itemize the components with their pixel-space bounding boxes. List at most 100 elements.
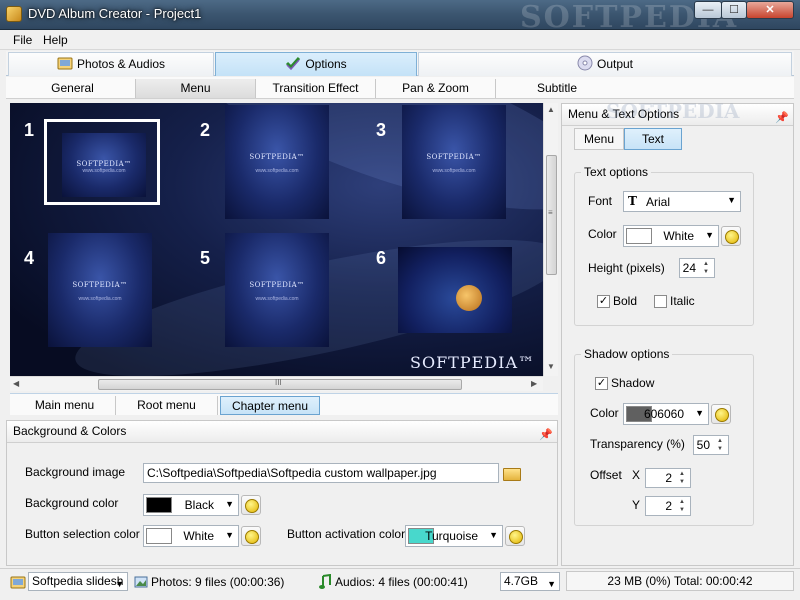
tab-text[interactable]: Text [624,128,682,150]
project-select[interactable]: Softpedia slidesh ▼ [28,572,128,591]
thumb-url: www.softpedia.com [255,167,299,174]
chevron-down-icon: ▼ [225,499,234,509]
subtab-transition-effect[interactable]: Transition Effect [256,79,376,98]
panel-watermark: SOFTPEDIA [606,99,740,123]
transparency-label: Transparency (%) [590,437,685,451]
offset-y-spinner[interactable]: 2 ▲ ▼ [645,496,691,516]
tab-main-menu[interactable]: Main menu [14,396,116,415]
scroll-right-icon[interactable]: ▶ [531,379,537,388]
photos-icon [134,575,148,589]
font-select[interactable]: T Arial ▼ [623,191,741,212]
group-title: Shadow options [581,347,673,361]
chevron-down-icon: ▼ [727,195,736,205]
menu-thumbnail-1[interactable]: SOFTPEDIA™ www.softpedia.com [62,133,146,197]
color-dialog-icon[interactable] [241,526,261,546]
spinner-arrows-icon[interactable]: ▲ ▼ [675,498,689,514]
button-activation-color-label: Button activation color [287,527,406,541]
spinner-arrows-icon[interactable]: ▲ ▼ [713,437,727,453]
menu-file[interactable]: File [13,33,32,47]
spinner-value: 50 [696,438,710,452]
project-icon [10,574,26,590]
color-dialog-icon[interactable] [721,226,741,246]
panel-title: Background & Colors [13,424,127,438]
tab-options[interactable]: Options [215,52,417,76]
subtab-general[interactable]: General [10,79,136,98]
spinner-arrows-icon[interactable]: ▲ ▼ [675,470,689,486]
window-title: DVD Album Creator - Project1 [28,6,202,21]
subtab-subtitle[interactable]: Subtitle [496,79,618,98]
grip-icon: ≡ [548,208,553,217]
shadow-color-picker[interactable]: 606060 ▼ [623,403,709,425]
button-activation-color-picker[interactable]: Turquoise ▼ [405,525,503,547]
color-name: White [183,529,214,543]
menu-thumbnail-2[interactable]: SOFTPEDIA™ www.softpedia.com [225,105,329,219]
italic-checkbox[interactable] [654,295,667,308]
preview-vertical-scrollbar[interactable]: ▲ ≡ ▼ [543,103,558,376]
color-dialog-icon[interactable] [505,526,525,546]
thumb-url: www.softpedia.com [82,168,126,175]
background-image-label: Background image [25,465,126,479]
tab-menu[interactable]: Menu [574,128,624,150]
thumb-number: 1 [24,120,35,140]
disc-size-select[interactable]: 4.7GB ▼ [500,572,560,591]
tab-output[interactable]: Output [418,52,792,76]
thumb-number: 5 [200,248,211,268]
music-note-icon [318,573,332,590]
transparency-spinner[interactable]: 50 ▲ ▼ [693,435,729,455]
tab-root-menu[interactable]: Root menu [116,396,218,415]
color-dialog-icon[interactable] [241,495,261,515]
shadow-options-group: Shadow options ✓ Shadow Color 606060 ▼ T… [574,347,754,526]
thumb-brand: SOFTPEDIA™ [249,152,305,161]
background-image-field[interactable]: C:\Softpedia\Softpedia\Softpedia custom … [143,463,499,483]
color-name: Turquoise [425,529,478,543]
menu-thumbnail-5[interactable]: SOFTPEDIA™ www.softpedia.com [225,233,329,347]
text-color-picker[interactable]: White ▼ [623,225,719,247]
shadow-checkbox[interactable]: ✓ [595,377,608,390]
color-swatch [146,497,172,513]
pin-icon[interactable]: 📌 [539,425,553,441]
menu-thumbnail-6[interactable] [398,247,512,333]
offset-label: Offset [590,468,622,482]
subtab-menu[interactable]: Menu [136,79,256,98]
offset-y-label: Y [632,498,641,512]
subtab-pan-zoom[interactable]: Pan & Zoom [376,79,496,98]
menu-help[interactable]: Help [43,33,68,47]
thumb-number: 6 [376,248,387,268]
horizontal-scroll-thumb[interactable]: III [98,378,462,390]
preview-horizontal-scrollbar[interactable]: ◀ III ▶ [10,376,543,391]
spinner-arrows-icon[interactable]: ▲ ▼ [699,260,713,276]
scroll-up-icon[interactable]: ▲ [547,105,555,114]
grip-icon: III [275,378,282,387]
background-color-picker[interactable]: Black ▼ [143,494,239,516]
maximize-button[interactable]: ☐ [721,1,747,19]
color-swatch [626,228,652,244]
vertical-scroll-thumb[interactable]: ≡ [546,155,557,275]
tab-photos-audios[interactable]: Photos & Audios [8,52,214,76]
spinner-value: 2 [665,499,672,513]
menu-thumbnail-3[interactable]: SOFTPEDIA™ www.softpedia.com [402,105,506,219]
menu-thumbnail-4[interactable]: SOFTPEDIA™ www.softpedia.com [48,233,152,347]
minimize-button[interactable]: — [694,1,722,19]
menu-preview[interactable]: 1 SOFTPEDIA™ www.softpedia.com 2 SOFTPED… [10,103,543,376]
panel-header: Menu & Text Options SOFTPEDIA 📌 [562,99,793,126]
bold-checkbox[interactable]: ✓ [597,295,610,308]
shadow-color-label: Color [590,406,619,420]
height-spinner[interactable]: 24 ▲ ▼ [679,258,715,278]
button-selection-color-picker[interactable]: White ▼ [143,525,239,547]
menu-type-tabs: Main menu Root menu Chapter menu [10,393,558,415]
thumb-number: 2 [200,120,211,140]
scroll-left-icon[interactable]: ◀ [13,379,19,388]
thumb-url: www.softpedia.com [255,295,299,302]
pin-icon[interactable]: 📌 [775,108,789,124]
scroll-down-icon[interactable]: ▼ [547,362,555,371]
browse-folder-icon[interactable] [501,463,521,483]
tab-chapter-menu[interactable]: Chapter menu [220,396,320,415]
close-button[interactable]: ✕ [746,1,794,19]
chevron-down-icon: ▼ [705,230,714,240]
color-dialog-icon[interactable] [711,404,731,424]
shadow-label: Shadow [611,376,655,390]
usage-status: 23 MB (0%) Total: 00:00:42 [566,571,794,591]
offset-x-spinner[interactable]: 2 ▲ ▼ [645,468,691,488]
thumb-brand: SOFTPEDIA™ [426,152,482,161]
thumb-brand: SOFTPEDIA™ [72,280,128,289]
